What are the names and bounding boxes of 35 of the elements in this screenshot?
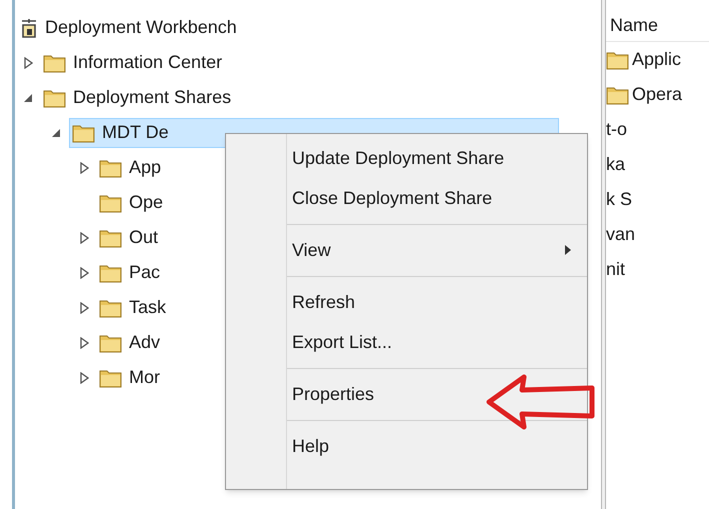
workbench-icon [19, 18, 39, 38]
list-item[interactable]: Applic [632, 46, 682, 73]
list-item[interactable]: nit [606, 256, 626, 283]
tree-item[interactable]: Deployment Workbench [17, 12, 239, 42]
expand-arrow-icon[interactable] [80, 302, 88, 314]
expand-arrow-icon[interactable] [80, 232, 88, 244]
column-header[interactable]: Name [606, 12, 709, 42]
list-item[interactable]: k S [606, 186, 632, 213]
collapse-arrow-icon[interactable] [23, 92, 33, 102]
expand-arrow-icon[interactable] [80, 162, 88, 174]
expand-arrow-icon[interactable] [80, 336, 88, 348]
list-item[interactable]: t-o [606, 116, 628, 143]
expand-arrow-icon[interactable] [80, 372, 88, 384]
tree-item[interactable]: Out [97, 222, 160, 252]
menu-item[interactable]: Export List... [292, 322, 579, 362]
menu-item[interactable]: Refresh [292, 282, 579, 322]
expand-arrow-icon[interactable] [24, 56, 32, 68]
collapse-arrow-icon[interactable] [51, 128, 61, 138]
menu-item[interactable]: Close Deployment Share [292, 178, 579, 218]
list-item[interactable]: Opera [632, 81, 682, 108]
list-item[interactable]: van [606, 221, 636, 248]
tree-item[interactable]: App [97, 152, 164, 182]
menu-item[interactable]: Properties [292, 374, 579, 414]
menu-item[interactable]: View [292, 230, 579, 270]
tree-item[interactable]: Pac [97, 258, 162, 288]
tree-item[interactable]: Deployment Shares [41, 82, 234, 112]
tree-item[interactable]: Adv [97, 328, 162, 358]
tree-item[interactable]: Ope [97, 188, 166, 218]
tree-item[interactable]: Task [97, 292, 168, 322]
expand-arrow-icon[interactable] [80, 266, 88, 278]
submenu-arrow-icon [565, 245, 571, 255]
list-item[interactable]: ka [606, 151, 626, 178]
tree-item[interactable]: Information Center [41, 48, 224, 78]
tree-item[interactable]: Mor [97, 362, 162, 392]
menu-item[interactable]: Help [292, 426, 579, 466]
